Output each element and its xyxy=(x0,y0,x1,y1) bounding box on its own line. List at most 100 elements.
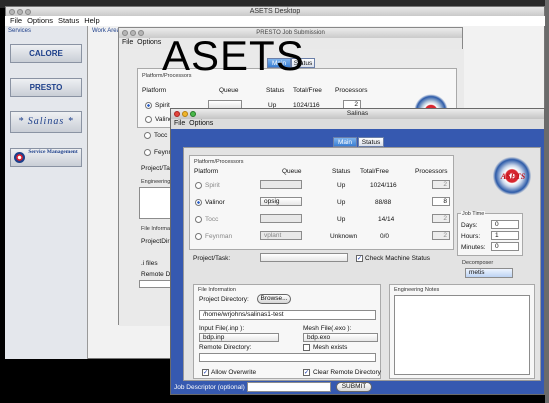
radio-spirit[interactable] xyxy=(195,182,202,189)
service-logo-icon xyxy=(14,152,25,163)
presto-radio-feynman[interactable] xyxy=(144,149,151,156)
presto-remote-label: Remote Di xyxy=(141,271,172,278)
queue-select-spirit[interactable] xyxy=(260,180,302,189)
presto-radio-spirit[interactable] xyxy=(145,102,152,109)
menu-file[interactable]: File xyxy=(10,16,22,25)
processors-valinor[interactable]: 8 xyxy=(432,197,450,206)
job-descriptor-label: Job Descriptor (optional) xyxy=(174,384,245,391)
job-time-label: Job Time xyxy=(461,211,486,217)
input-file-label: Input File(.inp ): xyxy=(199,325,245,332)
tab-status[interactable]: Status xyxy=(358,137,384,147)
minutes-label: Minutes: xyxy=(461,244,486,251)
menu-status[interactable]: Status xyxy=(58,16,79,25)
service-management-label: Service Management xyxy=(28,149,78,155)
desktop-title: ASETS Desktop xyxy=(249,8,301,15)
check-machine-checkbox[interactable]: ✓ xyxy=(356,255,363,262)
platform-group: Platform/Processors Platform Queue Statu… xyxy=(189,155,454,250)
hours-input[interactable]: 1 xyxy=(491,231,519,240)
presto-menu-options[interactable]: Options xyxy=(137,39,161,46)
menu-options[interactable]: Options xyxy=(27,16,53,25)
presto-row-tocc: Tocc xyxy=(154,132,168,139)
presto-radio-valinor[interactable] xyxy=(145,116,152,123)
app-menubar: File Options Status Help xyxy=(5,16,545,26)
clear-remote-label: Clear Remote Directory xyxy=(313,369,381,376)
file-info-label: File Information xyxy=(198,287,236,293)
asets-overlay-title: ASETS xyxy=(162,32,305,79)
platform-tocc: Tocc xyxy=(205,216,219,223)
sidebar-item-presto[interactable]: PRESTO xyxy=(10,78,82,97)
mesh-file-select[interactable]: bdp.exo xyxy=(303,333,378,342)
presto-header-totalfree: Total/Free xyxy=(293,87,322,94)
processors-tocc[interactable]: 2 xyxy=(432,214,450,223)
clear-remote-checkbox[interactable]: ✓ xyxy=(303,369,310,376)
platform-spirit: Spirit xyxy=(205,182,220,189)
sidebar-item-calore[interactable]: CALORE xyxy=(10,44,82,63)
window-edge xyxy=(545,0,549,403)
presto-menu-file[interactable]: File xyxy=(122,39,133,46)
allow-overwrite-checkbox[interactable]: ✓ xyxy=(202,369,209,376)
salinas-title: Salinas xyxy=(346,110,369,117)
window-controls xyxy=(9,9,31,15)
presto-radio-tocc[interactable] xyxy=(144,132,151,139)
queue-select-valinor[interactable]: opsig xyxy=(260,197,302,206)
sidebar-item-service-management[interactable]: Service Management xyxy=(10,148,82,167)
salinas-menu-file[interactable]: File xyxy=(174,120,185,127)
minutes-input[interactable]: 0 xyxy=(491,242,519,251)
close-dot-icon[interactable] xyxy=(9,9,15,15)
processors-feynman[interactable]: 2 xyxy=(432,231,450,240)
salinas-menu-options[interactable]: Options xyxy=(189,120,213,127)
mesh-file-label: Mesh File(.exo ): xyxy=(303,325,352,332)
engineering-notes-textarea[interactable] xyxy=(394,295,530,375)
radio-valinor[interactable] xyxy=(195,199,202,206)
presto-fileinfo-label: File Informati xyxy=(141,226,173,232)
presto-files-label: .i files xyxy=(141,260,158,267)
mesh-exists-checkbox[interactable] xyxy=(303,344,310,351)
queue-select-tocc[interactable] xyxy=(260,214,302,223)
days-input[interactable]: 0 xyxy=(491,220,519,229)
status-valinor: Up xyxy=(337,199,346,206)
sidebar-item-salinas[interactable]: * Salinas * xyxy=(10,111,82,133)
processors-spirit[interactable]: 2 xyxy=(432,180,450,189)
presto-window-controls xyxy=(122,30,144,36)
presto-close-icon[interactable] xyxy=(122,30,128,36)
totalfree-valinor: 88/88 xyxy=(375,199,392,206)
job-descriptor-input[interactable] xyxy=(247,382,331,392)
remote-directory-label: Remote Directory: xyxy=(199,344,252,351)
menu-help[interactable]: Help xyxy=(84,16,99,25)
project-directory-input[interactable]: /home/wrjohns/salinas1-test xyxy=(199,310,376,320)
minimize-dot-icon[interactable] xyxy=(17,9,23,15)
presto-zoom-icon[interactable] xyxy=(138,30,144,36)
header-totalfree: Total/Free xyxy=(360,168,389,175)
submit-button[interactable]: SUBMIT xyxy=(336,382,372,392)
salinas-titlebar: Salinas xyxy=(171,109,544,119)
totalfree-feynman: 0/0 xyxy=(380,233,390,240)
presto-projectdir-label: ProjectDir xyxy=(141,238,170,245)
radio-tocc[interactable] xyxy=(195,216,202,223)
services-sidebar: Services CALORE PRESTO * Salinas * Servi… xyxy=(5,26,88,359)
project-directory-label: Project Directory: xyxy=(199,296,249,303)
decomposer-label: Decomposer xyxy=(462,260,494,266)
decomposer-select[interactable]: metis xyxy=(465,268,513,278)
radio-feynman[interactable] xyxy=(195,233,202,240)
queue-select-feynman[interactable]: vplant xyxy=(260,231,302,240)
browse-button[interactable]: Browse... xyxy=(257,294,291,304)
hours-label: Hours: xyxy=(461,233,481,240)
salinas-main-panel: Platform/Processors Platform Queue Statu… xyxy=(183,147,541,381)
header-platform: Platform xyxy=(194,168,219,175)
project-task-select[interactable] xyxy=(260,253,348,262)
input-file-select[interactable]: bdp.inp xyxy=(199,333,279,342)
platform-group-label: Platform/Processors xyxy=(194,159,244,165)
tab-main[interactable]: Main xyxy=(333,137,357,147)
presto-minimize-icon[interactable] xyxy=(130,30,136,36)
status-feynman: Unknown xyxy=(330,233,358,240)
salinas-close-icon[interactable] xyxy=(174,111,180,117)
salinas-zoom-icon[interactable] xyxy=(190,111,196,117)
salinas-body: Main Status Platform/Processors Platform… xyxy=(171,129,544,394)
presto-row-spirit: Spirit xyxy=(155,102,170,109)
salinas-minimize-icon[interactable] xyxy=(182,111,188,117)
status-spirit: Up xyxy=(337,182,346,189)
remote-directory-input[interactable] xyxy=(199,353,376,362)
zoom-dot-icon[interactable] xyxy=(25,9,31,15)
project-task-label: Project/Task: xyxy=(193,255,231,262)
file-info-group: File Information Project Directory: Brow… xyxy=(193,284,381,379)
